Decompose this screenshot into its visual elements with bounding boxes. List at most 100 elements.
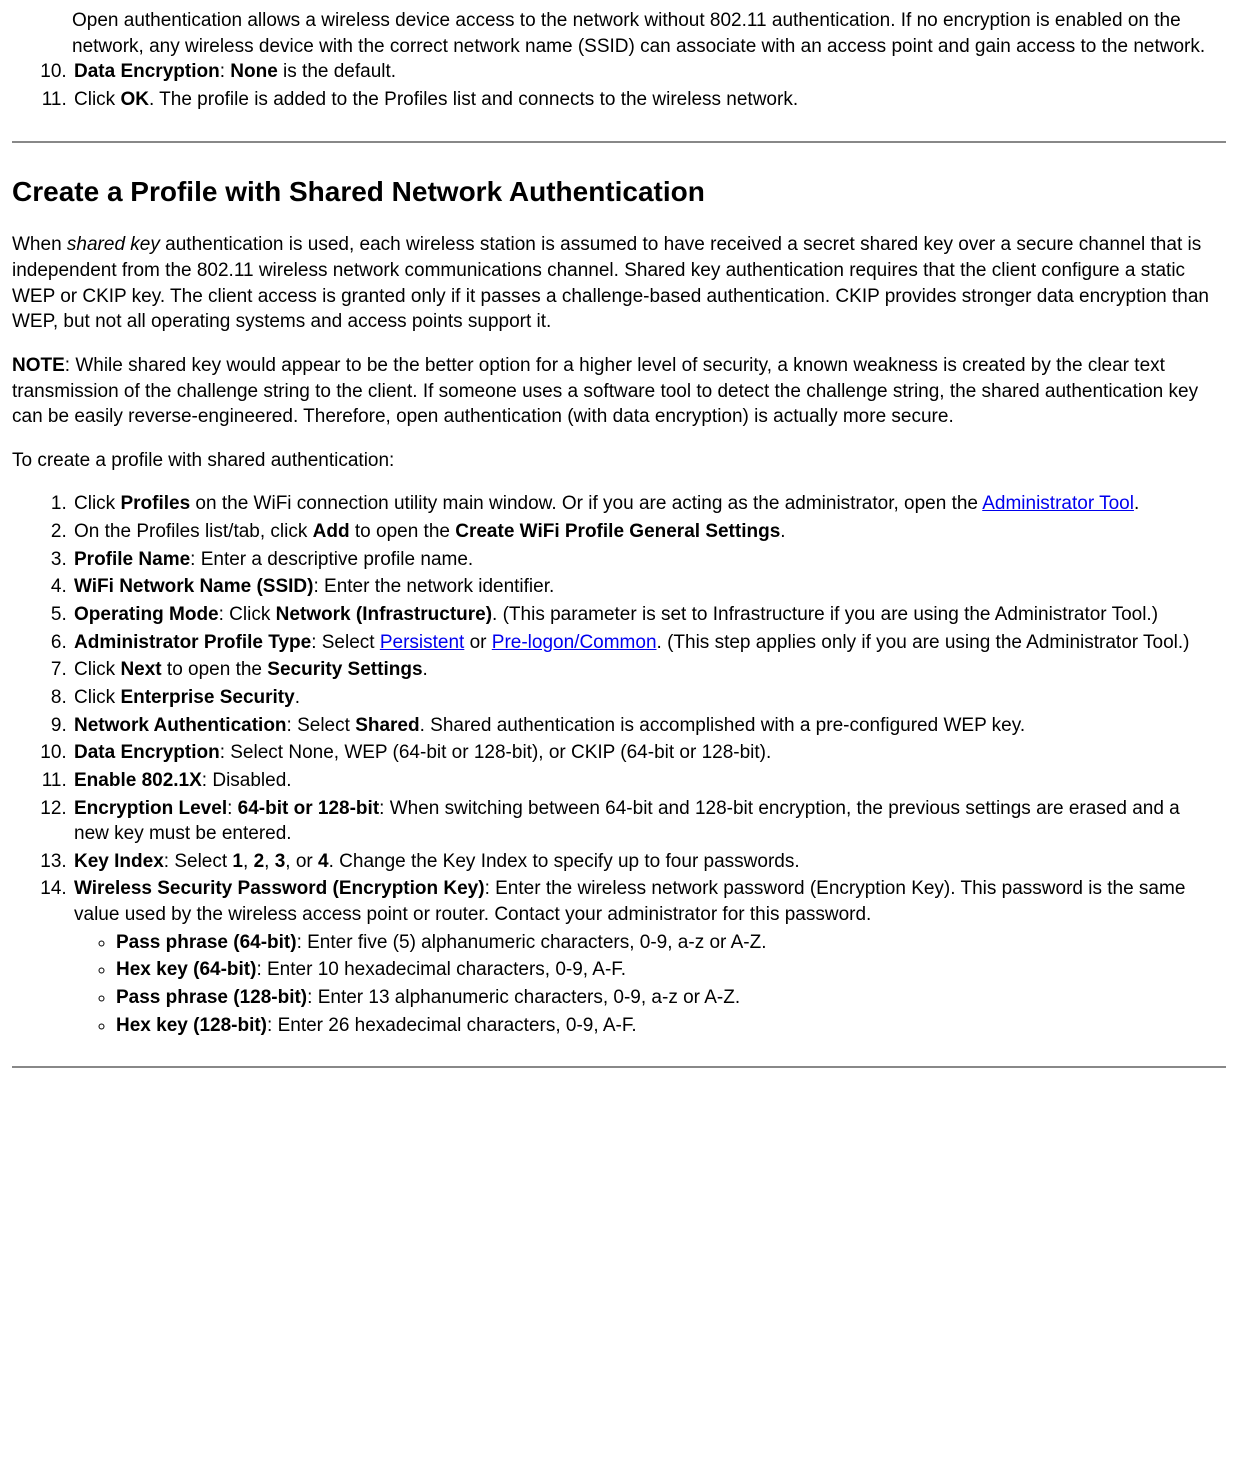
label: Data Encryption	[74, 742, 220, 763]
label: Hex key (128-bit)	[116, 1015, 267, 1036]
text: Click	[74, 89, 120, 110]
text: to open the	[162, 659, 268, 680]
paragraph: To create a profile with shared authenti…	[12, 448, 1214, 474]
label: Enterprise Security	[120, 687, 294, 708]
label: Add	[313, 521, 350, 542]
list-item: Administrator Profile Type: Select Persi…	[72, 630, 1206, 656]
text: .	[295, 687, 300, 708]
text: on the WiFi connection utility main wind…	[190, 493, 982, 514]
list-item: Pass phrase (64-bit): Enter five (5) alp…	[116, 930, 1206, 956]
text: . Change the Key Index to specify up to …	[329, 851, 800, 872]
steps-list: Click Profiles on the WiFi connection ut…	[42, 491, 1206, 1038]
label: Next	[120, 659, 161, 680]
text: .	[780, 521, 785, 542]
list-item: Click Enterprise Security.	[72, 685, 1206, 711]
paragraph-note: NOTE: While shared key would appear to b…	[12, 353, 1214, 430]
label: Shared	[355, 715, 419, 736]
text: .	[423, 659, 428, 680]
label: Profile Name	[74, 549, 190, 570]
text: : Enter a descriptive profile name.	[190, 549, 473, 570]
text: .	[1134, 493, 1139, 514]
label: Create WiFi Profile General Settings	[455, 521, 780, 542]
text: Click	[74, 687, 120, 708]
link-prelogon-common[interactable]: Pre-logon/Common	[492, 632, 657, 653]
list-item: Wireless Security Password (Encryption K…	[72, 876, 1206, 1038]
text: :	[220, 61, 231, 82]
list-item: Click OK. The profile is added to the Pr…	[72, 87, 1206, 113]
label: None	[230, 61, 278, 82]
label: Key Index	[74, 851, 164, 872]
list-item: Data Encryption: Select None, WEP (64-bi…	[72, 740, 1206, 766]
label: Profiles	[120, 493, 190, 514]
label: Encryption Level	[74, 798, 227, 819]
text: or	[464, 632, 491, 653]
label: Security Settings	[267, 659, 422, 680]
link-persistent[interactable]: Persistent	[380, 632, 464, 653]
label: 3	[275, 851, 286, 872]
text: : Select None, WEP (64-bit or 128-bit), …	[220, 742, 772, 763]
label: NOTE	[12, 355, 65, 376]
text: : Click	[219, 604, 276, 625]
label: Operating Mode	[74, 604, 219, 625]
label: Hex key (64-bit)	[116, 959, 256, 980]
list-item: Network Authentication: Select Shared. S…	[72, 713, 1206, 739]
list-item: Pass phrase (128-bit): Enter 13 alphanum…	[116, 985, 1206, 1011]
sub-list: Pass phrase (64-bit): Enter five (5) alp…	[96, 930, 1206, 1039]
text: authentication is used, each wireless st…	[12, 234, 1209, 332]
text: Click	[74, 659, 120, 680]
label: Wireless Security Password (Encryption K…	[74, 878, 485, 899]
link-administrator-tool[interactable]: Administrator Tool	[982, 493, 1134, 514]
list-item: Enable 802.1X: Disabled.	[72, 768, 1206, 794]
label: OK	[120, 89, 149, 110]
text: : While shared key would appear to be th…	[12, 355, 1198, 427]
section-heading: Create a Profile with Shared Network Aut…	[12, 173, 1226, 211]
list-item: WiFi Network Name (SSID): Enter the netw…	[72, 574, 1206, 600]
text: ,	[264, 851, 275, 872]
emphasis: shared key	[67, 234, 160, 255]
list-item: Encryption Level: 64-bit or 128-bit: Whe…	[72, 796, 1206, 847]
text: : Select	[164, 851, 233, 872]
text: : Enter five (5) alphanumeric characters…	[297, 932, 767, 953]
text: . (This parameter is set to Infrastructu…	[492, 604, 1158, 625]
divider	[12, 1066, 1226, 1068]
label: 4	[318, 851, 329, 872]
label: Pass phrase (128-bit)	[116, 987, 307, 1008]
text: : Enter 10 hexadecimal characters, 0-9, …	[256, 959, 626, 980]
list-item: Hex key (128-bit): Enter 26 hexadecimal …	[116, 1013, 1206, 1039]
list-item: Operating Mode: Click Network (Infrastru…	[72, 602, 1206, 628]
text: , or	[285, 851, 318, 872]
list-item: Click Next to open the Security Settings…	[72, 657, 1206, 683]
text: Click	[74, 493, 120, 514]
label: Network Authentication	[74, 715, 287, 736]
paragraph: When shared key authentication is used, …	[12, 232, 1214, 335]
text: : Enter the network identifier.	[313, 576, 554, 597]
top-paragraph: Open authentication allows a wireless de…	[72, 8, 1206, 59]
text: . The profile is added to the Profiles l…	[149, 89, 798, 110]
label: Pass phrase (64-bit)	[116, 932, 297, 953]
label: 2	[254, 851, 265, 872]
label: 1	[232, 851, 243, 872]
list-item: Click Profiles on the WiFi connection ut…	[72, 491, 1206, 517]
label: WiFi Network Name (SSID)	[74, 576, 313, 597]
text: :	[227, 798, 238, 819]
text: On the Profiles list/tab, click	[74, 521, 313, 542]
text: to open the	[350, 521, 456, 542]
divider	[12, 141, 1226, 143]
text: : Disabled.	[202, 770, 292, 791]
text: . (This step applies only if you are usi…	[657, 632, 1190, 653]
text: is the default.	[278, 61, 396, 82]
label: Data Encryption	[74, 61, 220, 82]
list-item: Profile Name: Enter a descriptive profil…	[72, 547, 1206, 573]
list-item: On the Profiles list/tab, click Add to o…	[72, 519, 1206, 545]
list-item: Data Encryption: None is the default.	[72, 59, 1206, 85]
text: When	[12, 234, 67, 255]
text: : Enter 26 hexadecimal characters, 0-9, …	[267, 1015, 637, 1036]
text: . Shared authentication is accomplished …	[420, 715, 1026, 736]
label: Enable 802.1X	[74, 770, 202, 791]
text: : Select	[287, 715, 356, 736]
label: Network (Infrastructure)	[276, 604, 492, 625]
list-item: Hex key (64-bit): Enter 10 hexadecimal c…	[116, 957, 1206, 983]
text: : Enter 13 alphanumeric characters, 0-9,…	[307, 987, 740, 1008]
label: Administrator Profile Type	[74, 632, 311, 653]
top-ordered-list: Data Encryption: None is the default. Cl…	[42, 59, 1206, 112]
